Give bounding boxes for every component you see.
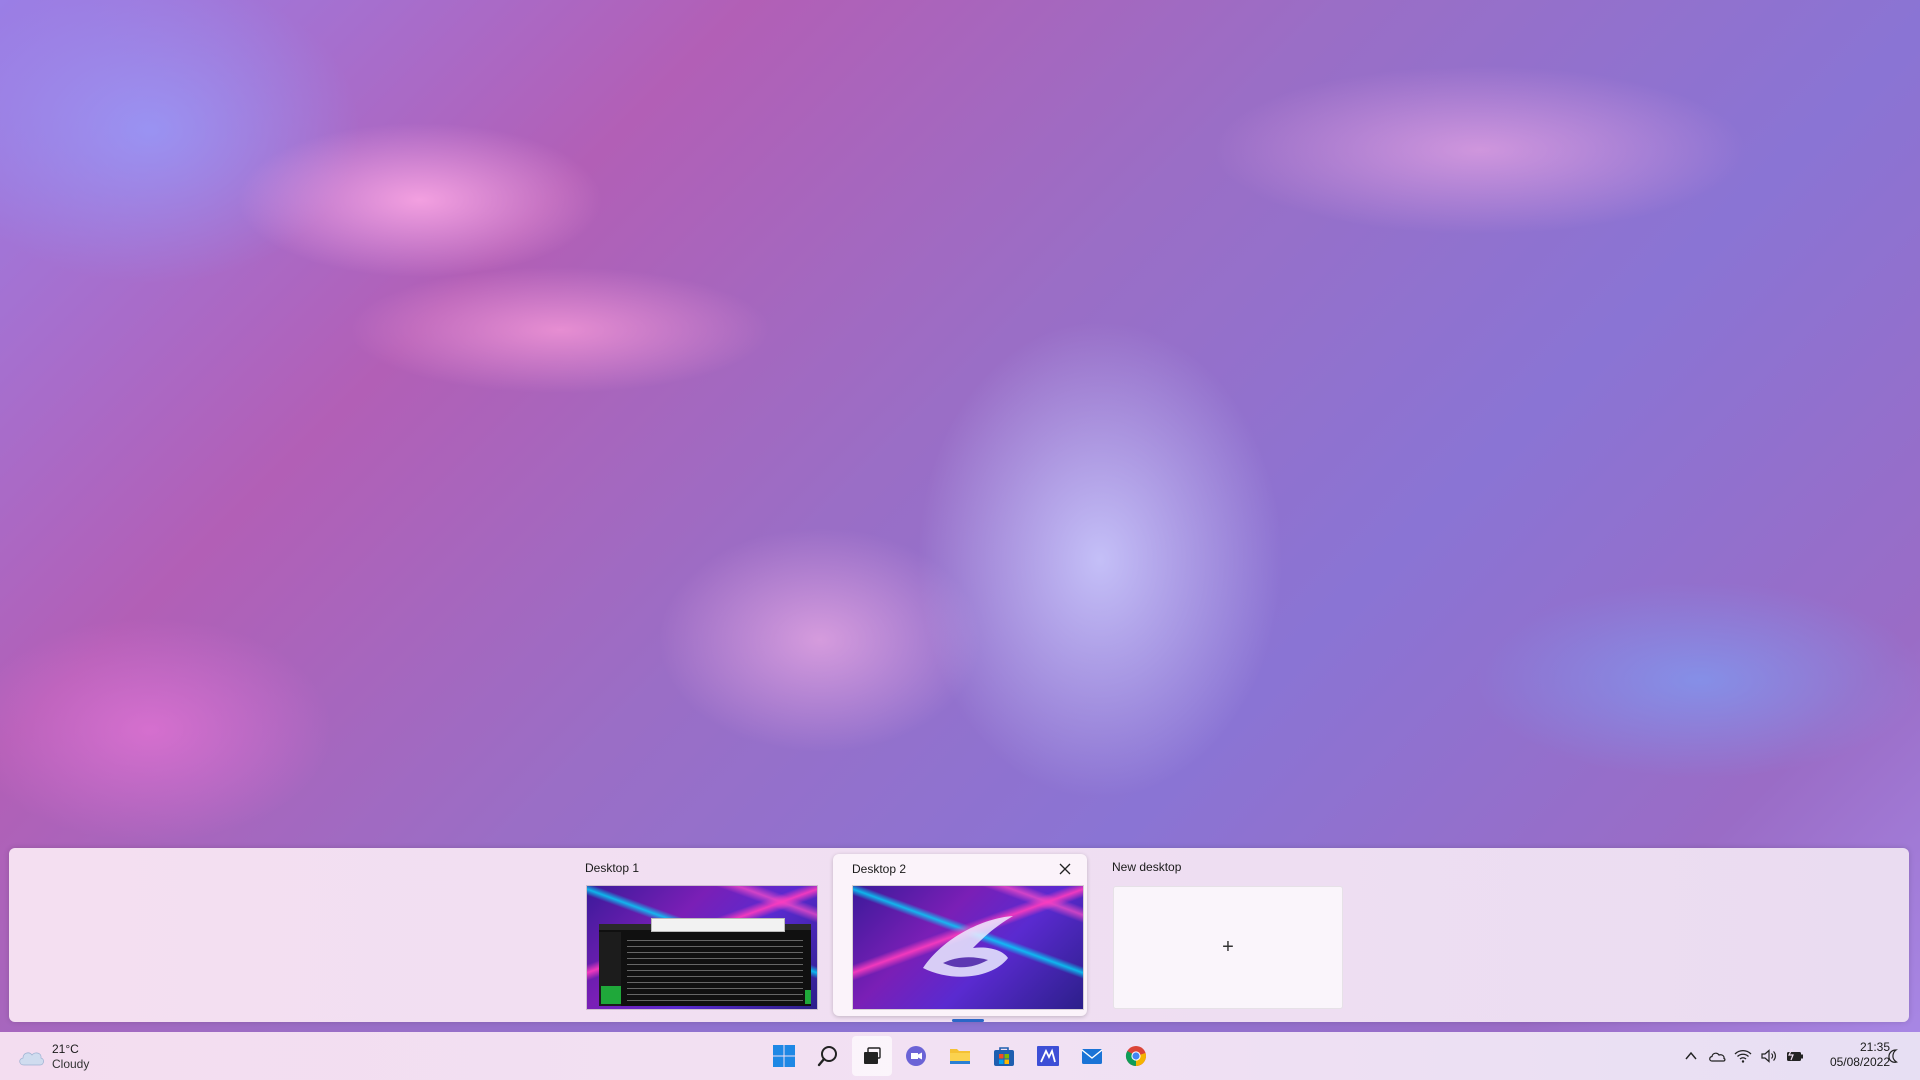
file-explorer-button[interactable] <box>940 1036 980 1076</box>
taskbar: 21°C Cloudy 21:35 05/08/2022 <box>0 1032 1920 1080</box>
show-hidden-icons-button[interactable] <box>1680 1045 1702 1067</box>
weather-temperature: 21°C <box>52 1042 79 1056</box>
moon-quiet-hours-icon <box>1888 1049 1898 1063</box>
wifi-icon <box>1734 1049 1752 1063</box>
active-desktop-indicator <box>952 1019 984 1022</box>
speaker-icon <box>1761 1049 1776 1063</box>
clock-time: 21:35 <box>1859 1040 1890 1054</box>
task-view-panel: Desktop 1 Desktop 2 New desktop + <box>9 848 1909 1022</box>
app-window-thumbnail <box>599 918 811 1006</box>
chevron-up-icon <box>1685 1051 1697 1060</box>
desktop-2-label: Desktop 2 <box>852 862 907 876</box>
desktop-1-card[interactable]: Desktop 1 <box>577 848 831 1018</box>
plus-icon: + <box>1222 936 1234 958</box>
microsoft-store-button[interactable] <box>984 1036 1024 1076</box>
battery-charging-icon <box>1787 1048 1803 1061</box>
clock-date: 05/08/2022 <box>1829 1055 1890 1069</box>
file-explorer-icon <box>950 1049 970 1064</box>
start-button[interactable] <box>764 1036 804 1076</box>
desktop-2-thumbnail[interactable] <box>852 885 1084 1010</box>
wacom-button[interactable] <box>1028 1036 1068 1076</box>
clock-button[interactable]: 21:35 05/08/2022 <box>1808 1040 1890 1070</box>
chat-button[interactable] <box>896 1036 936 1076</box>
rog-logo-icon <box>923 916 1013 977</box>
task-view-button[interactable] <box>852 1036 892 1076</box>
mail-icon <box>1081 1049 1103 1064</box>
desktop-1-label: Desktop 1 <box>585 861 640 875</box>
volume-button[interactable] <box>1758 1045 1780 1067</box>
cloud-icon <box>19 1052 44 1066</box>
mail-button[interactable] <box>1072 1036 1112 1076</box>
chrome-button[interactable] <box>1116 1036 1156 1076</box>
system-tray <box>1680 1044 1810 1068</box>
search-icon <box>817 1046 837 1067</box>
new-desktop-button[interactable]: + <box>1113 886 1343 1009</box>
close-icon <box>1059 863 1071 875</box>
wifi-button[interactable] <box>1732 1045 1754 1067</box>
wacom-icon <box>1037 1046 1059 1066</box>
onedrive-button[interactable] <box>1706 1045 1728 1067</box>
weather-widget[interactable]: 21°C Cloudy <box>16 1042 89 1072</box>
windows-start-icon <box>773 1045 795 1067</box>
new-desktop-card[interactable]: New desktop + <box>1103 848 1357 1018</box>
desktop-1-thumbnail[interactable] <box>586 885 818 1010</box>
onedrive-cloud-icon <box>1709 1052 1726 1062</box>
desktop-2-card[interactable]: Desktop 2 <box>833 854 1087 1022</box>
task-view-icon <box>864 1047 881 1064</box>
search-button[interactable] <box>808 1036 848 1076</box>
new-desktop-label: New desktop <box>1112 860 1182 874</box>
chrome-icon <box>1125 1046 1146 1067</box>
close-desktop-button[interactable] <box>1056 860 1074 878</box>
taskbar-apps <box>764 1036 1160 1076</box>
notifications-button[interactable] <box>1884 1046 1904 1066</box>
weather-condition: Cloudy <box>52 1057 90 1071</box>
microsoft-store-icon <box>994 1047 1014 1066</box>
battery-button[interactable] <box>1784 1045 1806 1067</box>
teams-chat-icon <box>906 1046 926 1066</box>
